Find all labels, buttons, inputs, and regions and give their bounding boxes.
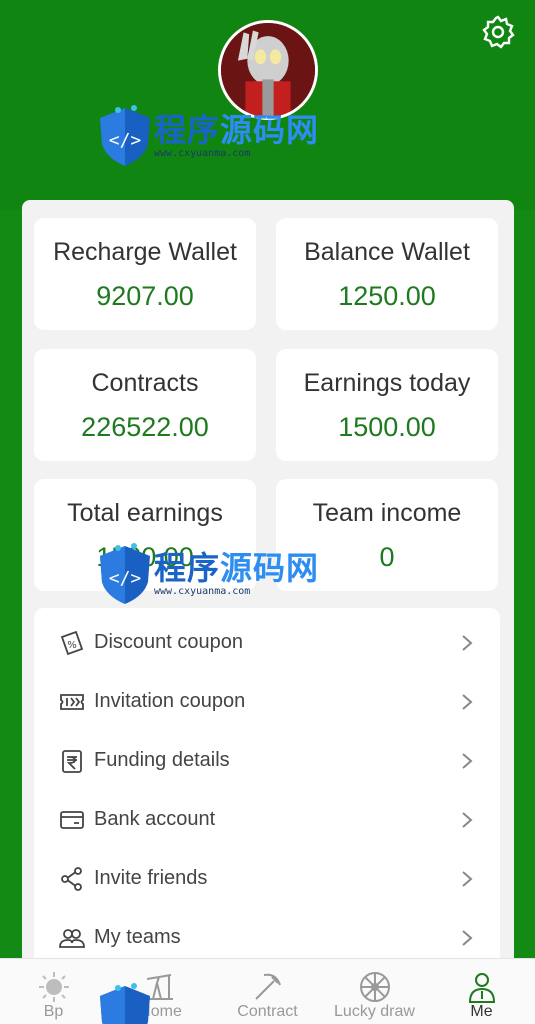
bottom-tab-bar: Bp Home Contract Lucky draw Me xyxy=(0,958,535,1024)
ticket-icon xyxy=(58,688,86,716)
menu-item-label: Bank account xyxy=(94,808,216,830)
account-menu: % Discount coupon Invitation coupon Fund… xyxy=(34,608,500,968)
stat-label: Balance Wallet xyxy=(304,238,470,266)
menu-item-invite-friends[interactable]: Invite friends xyxy=(34,849,500,908)
menu-item-funding-details[interactable]: Funding details xyxy=(34,731,500,790)
tab-me[interactable]: Me xyxy=(428,959,535,1024)
stat-label: Contracts xyxy=(91,369,199,397)
tab-lucky-draw[interactable]: Lucky draw xyxy=(321,959,428,1024)
stat-card-balance-wallet[interactable]: Balance Wallet 1250.00 xyxy=(276,218,498,330)
pickaxe-icon xyxy=(250,969,286,1005)
chevron-right-icon xyxy=(460,869,474,889)
stat-value: 1250.00 xyxy=(338,281,436,311)
tab-contract[interactable]: Contract xyxy=(214,959,321,1024)
stat-label: Earnings today xyxy=(303,369,471,397)
menu-item-label: My teams xyxy=(94,926,181,948)
tab-label: Lucky draw xyxy=(334,1003,415,1020)
profile-header xyxy=(0,0,535,210)
tab-label: Contract xyxy=(237,1003,298,1020)
sun-icon xyxy=(36,969,72,1005)
stat-label: Team income xyxy=(312,499,462,527)
menu-item-invitation-coupon[interactable]: Invitation coupon xyxy=(34,672,500,731)
menu-item-label: Funding details xyxy=(94,749,230,771)
tab-label: Home xyxy=(139,1003,182,1020)
stat-card-team-income[interactable]: Team income 0 xyxy=(276,479,498,591)
chevron-right-icon xyxy=(460,633,474,653)
team-icon xyxy=(58,924,86,952)
tab-home[interactable]: Home xyxy=(107,959,214,1024)
stat-label: Total earnings xyxy=(67,499,223,527)
coupon-percent-icon: % xyxy=(58,629,86,657)
oil-pump-icon xyxy=(143,969,179,1005)
menu-item-discount-coupon[interactable]: % Discount coupon xyxy=(34,613,500,672)
stat-value: 0 xyxy=(379,542,395,572)
chevron-right-icon xyxy=(460,810,474,830)
stat-card-contracts[interactable]: Contracts 226522.00 xyxy=(34,349,256,461)
menu-item-bank-account[interactable]: Bank account xyxy=(34,790,500,849)
chevron-right-icon xyxy=(460,928,474,948)
stat-label: Recharge Wallet xyxy=(53,238,237,266)
chevron-right-icon xyxy=(460,692,474,712)
share-icon xyxy=(58,865,86,893)
stat-card-total-earnings[interactable]: Total earnings 1500.00 xyxy=(34,479,256,591)
person-icon xyxy=(464,969,500,1005)
menu-item-label: Invite friends xyxy=(94,867,208,889)
tab-bp[interactable]: Bp xyxy=(0,959,107,1024)
stat-card-recharge-wallet[interactable]: Recharge Wallet 9207.00 xyxy=(34,218,256,330)
gear-icon[interactable] xyxy=(480,14,516,50)
stat-value: 1500.00 xyxy=(96,542,194,572)
wheel-icon xyxy=(357,969,393,1005)
tab-label: Bp xyxy=(43,1003,64,1020)
chevron-right-icon xyxy=(460,751,474,771)
avatar[interactable] xyxy=(218,20,318,120)
stat-value: 226522.00 xyxy=(81,412,209,442)
stat-card-earnings-today[interactable]: Earnings today 1500.00 xyxy=(276,349,498,461)
rupee-document-icon xyxy=(58,747,86,775)
bank-card-icon xyxy=(58,806,86,834)
stat-value: 9207.00 xyxy=(96,281,194,311)
tab-label: Me xyxy=(470,1003,493,1020)
menu-item-label: Invitation coupon xyxy=(94,690,246,712)
stat-value: 1500.00 xyxy=(338,412,436,442)
menu-item-label: Discount coupon xyxy=(94,631,243,653)
svg-text:%: % xyxy=(67,640,77,651)
